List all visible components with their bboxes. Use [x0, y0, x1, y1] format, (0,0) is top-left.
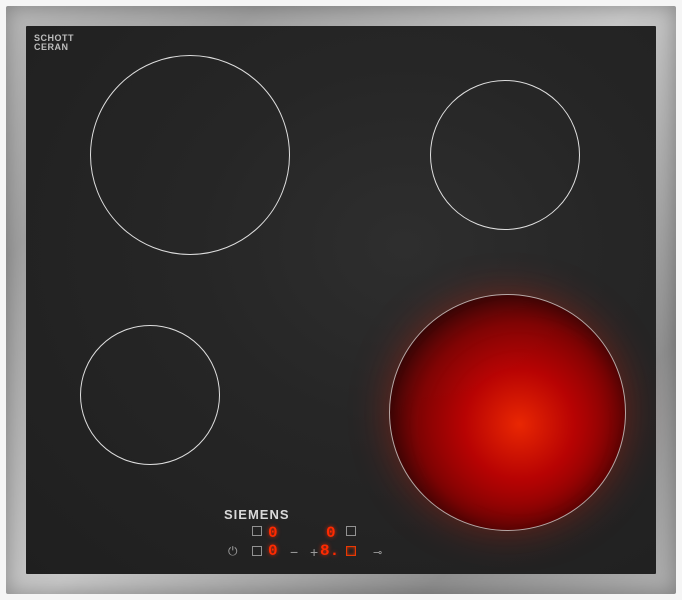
cooking-zone-bottom-right[interactable] [390, 295, 625, 530]
zone-indicator-bottom-left-icon [252, 546, 262, 556]
cooking-zone-top-left[interactable] [90, 55, 290, 255]
display-bottom-right: 8. [320, 542, 339, 560]
logo-line-2: CERAN [34, 43, 74, 52]
cooking-zone-top-right[interactable] [430, 80, 580, 230]
power-button[interactable]: ⏻ [228, 544, 238, 559]
display-top-right: 0 [326, 524, 336, 542]
schott-ceran-logo: SCHOTT CERAN [34, 34, 74, 52]
zone-indicator-bottom-right-icon [346, 546, 356, 556]
heating-element-active [390, 295, 625, 530]
cooking-zone-bottom-left[interactable] [80, 325, 220, 465]
zone-indicator-top-left-icon [252, 526, 262, 536]
brand-label: SIEMENS [224, 507, 290, 522]
lock-button[interactable]: ⊸ [373, 546, 382, 559]
zone-indicator-top-right-icon [346, 526, 356, 536]
plus-button[interactable]: + [310, 544, 318, 560]
minus-button[interactable]: − [290, 544, 298, 560]
display-bottom-left: 0 [268, 542, 278, 560]
display-top-left: 0 [268, 524, 278, 542]
control-panel: 0 0 0 8. ⏻ − + ⊸ [218, 524, 398, 564]
